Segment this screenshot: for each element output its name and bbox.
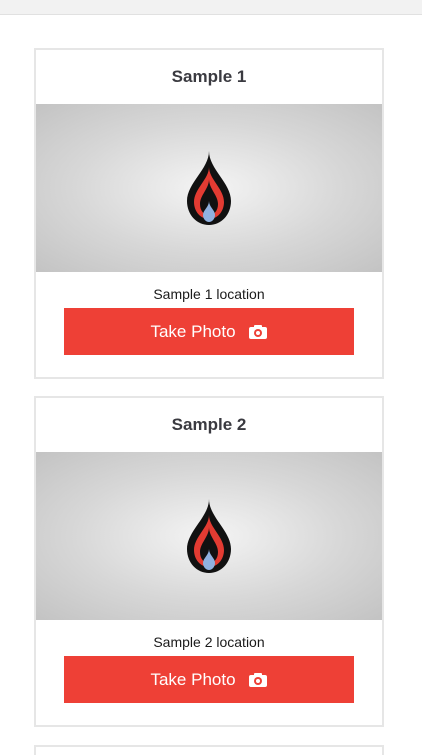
card-title: Sample 1 <box>171 67 247 86</box>
take-photo-label: Take Photo <box>150 669 236 689</box>
next-card-edge <box>34 745 384 755</box>
sample-feed: Sample 1 Sample 1 location Take Photo Sa… <box>0 48 422 744</box>
take-photo-button[interactable]: Take Photo <box>64 308 354 355</box>
flame-drop-logo-icon <box>187 151 231 225</box>
take-photo-button[interactable]: Take Photo <box>64 656 354 703</box>
top-status-bar <box>0 0 422 15</box>
sample-card: Sample 2 Sample 2 location Take Photo <box>34 396 384 727</box>
sample-location: Sample 2 location <box>153 634 265 650</box>
take-photo-label: Take Photo <box>150 321 236 341</box>
sample-image <box>36 104 382 272</box>
sample-card: Sample 1 Sample 1 location Take Photo <box>34 48 384 379</box>
camera-icon <box>248 324 267 339</box>
sample-image <box>36 452 382 620</box>
camera-icon <box>248 672 267 687</box>
flame-drop-logo-icon <box>187 499 231 573</box>
sample-location: Sample 1 location <box>153 286 265 302</box>
card-title: Sample 2 <box>171 415 247 434</box>
